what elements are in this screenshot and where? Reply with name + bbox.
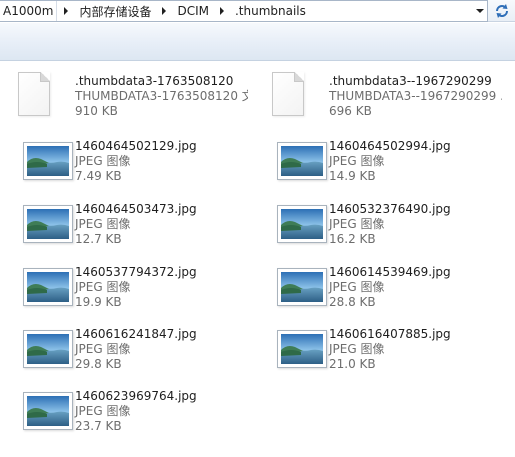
file-tile[interactable]: .thumbdata3-1763508120 THUMBDATA3-1763508…	[3, 67, 248, 125]
address-bar: A1000m 内部存储设备 DCIM .thumbnails	[0, 0, 515, 22]
jpeg-thumbnail-icon	[257, 258, 327, 312]
file-list: .thumbdata3-1763508120 THUMBDATA3-1763508…	[0, 62, 515, 457]
file-type: JPEG 图像	[75, 154, 131, 168]
file-name: 1460623969764.jpg	[75, 389, 197, 403]
file-details: 1460537794372.jpg JPEG 图像 19.9 KB	[73, 258, 197, 310]
file-size: 23.7 KB	[75, 419, 122, 433]
breadcrumb-item-thumbnails[interactable]: .thumbnails	[231, 1, 310, 21]
file-tile[interactable]: 1460464503473.jpg JPEG 图像 12.7 KB	[3, 195, 248, 253]
file-size: 21.0 KB	[329, 357, 376, 371]
file-tile[interactable]: 1460616241847.jpg JPEG 图像 29.8 KB	[3, 320, 248, 378]
file-type: JPEG 图像	[329, 342, 385, 356]
breadcrumb[interactable]: A1000m 内部存储设备 DCIM .thumbnails	[0, 0, 488, 22]
file-tile[interactable]: 1460616407885.jpg JPEG 图像 21.0 KB	[257, 320, 502, 378]
generic-file-icon	[3, 67, 73, 121]
breadcrumb-root-device[interactable]: A1000m	[0, 1, 58, 21]
file-details: 1460464503473.jpg JPEG 图像 12.7 KB	[73, 195, 197, 247]
file-type: THUMBDATA3-1763508120 文件	[75, 89, 248, 103]
jpeg-thumbnail-icon	[3, 382, 73, 436]
jpeg-thumbnail-icon	[3, 132, 73, 186]
file-size: 29.8 KB	[75, 357, 122, 371]
breadcrumb-item-internal-storage[interactable]: 内部存储设备	[75, 1, 155, 21]
file-tile[interactable]: .thumbdata3--1967290299 THUMBDATA3--19672…	[257, 67, 502, 125]
generic-file-icon	[257, 67, 327, 121]
file-size: 12.7 KB	[75, 232, 122, 246]
file-size: 7.49 KB	[75, 169, 122, 183]
refresh-button[interactable]	[492, 2, 512, 20]
file-name: 1460464503473.jpg	[75, 202, 197, 216]
file-tile[interactable]: 1460614539469.jpg JPEG 图像 28.8 KB	[257, 258, 502, 316]
file-name: 1460616241847.jpg	[75, 327, 197, 341]
file-type: JPEG 图像	[329, 217, 385, 231]
file-tile[interactable]: 1460532376490.jpg JPEG 图像 16.2 KB	[257, 195, 502, 253]
file-type: JPEG 图像	[75, 342, 131, 356]
file-name: 1460616407885.jpg	[329, 327, 451, 341]
address-history-dropdown-button[interactable]	[472, 1, 488, 21]
jpeg-thumbnail-icon	[3, 258, 73, 312]
jpeg-thumbnail-icon	[257, 195, 327, 249]
file-details: 1460616407885.jpg JPEG 图像 21.0 KB	[327, 320, 451, 372]
file-size: 696 KB	[329, 104, 372, 118]
file-details: 1460464502994.jpg JPEG 图像 14.9 KB	[327, 132, 451, 184]
file-type: JPEG 图像	[75, 404, 131, 418]
file-details: 1460464502129.jpg JPEG 图像 7.49 KB	[73, 132, 197, 184]
file-size: 910 KB	[75, 104, 118, 118]
file-type: JPEG 图像	[329, 280, 385, 294]
file-name: 1460464502994.jpg	[329, 139, 451, 153]
file-details: .thumbdata3-1763508120 THUMBDATA3-1763508…	[73, 67, 248, 119]
file-tile[interactable]: 1460464502129.jpg JPEG 图像 7.49 KB	[3, 132, 248, 190]
jpeg-thumbnail-icon	[3, 320, 73, 374]
jpeg-thumbnail-icon	[257, 320, 327, 374]
file-name: 1460614539469.jpg	[329, 265, 451, 279]
file-size: 14.9 KB	[329, 169, 376, 183]
file-tile[interactable]: 1460537794372.jpg JPEG 图像 19.9 KB	[3, 258, 248, 316]
file-details: 1460623969764.jpg JPEG 图像 23.7 KB	[73, 382, 197, 434]
chevron-down-icon	[476, 9, 484, 13]
file-name: .thumbdata3--1967290299	[329, 74, 492, 88]
refresh-icon	[496, 4, 508, 18]
file-size: 16.2 KB	[329, 232, 376, 246]
file-name: 1460537794372.jpg	[75, 265, 197, 279]
file-details: 1460616241847.jpg JPEG 图像 29.8 KB	[73, 320, 197, 372]
file-name: .thumbdata3-1763508120	[75, 74, 234, 88]
breadcrumb-separator-icon[interactable]	[213, 1, 231, 21]
file-tile[interactable]: 1460464502994.jpg JPEG 图像 14.9 KB	[257, 132, 502, 190]
breadcrumb-separator-icon[interactable]	[155, 1, 173, 21]
file-type: JPEG 图像	[329, 154, 385, 168]
file-size: 28.8 KB	[329, 295, 376, 309]
breadcrumb-separator-icon[interactable]	[57, 1, 75, 21]
file-size: 19.9 KB	[75, 295, 122, 309]
file-name: 1460532376490.jpg	[329, 202, 451, 216]
jpeg-thumbnail-icon	[257, 132, 327, 186]
file-details: 1460614539469.jpg JPEG 图像 28.8 KB	[327, 258, 451, 310]
file-details: 1460532376490.jpg JPEG 图像 16.2 KB	[327, 195, 451, 247]
file-type: THUMBDATA3--1967290299 ...	[329, 89, 502, 103]
command-toolbar	[0, 23, 515, 61]
file-type: JPEG 图像	[75, 217, 131, 231]
breadcrumb-item-dcim[interactable]: DCIM	[173, 1, 213, 21]
file-name: 1460464502129.jpg	[75, 139, 197, 153]
file-type: JPEG 图像	[75, 280, 131, 294]
jpeg-thumbnail-icon	[3, 195, 73, 249]
file-tile[interactable]: 1460623969764.jpg JPEG 图像 23.7 KB	[3, 382, 248, 440]
file-details: .thumbdata3--1967290299 THUMBDATA3--19672…	[327, 67, 502, 119]
